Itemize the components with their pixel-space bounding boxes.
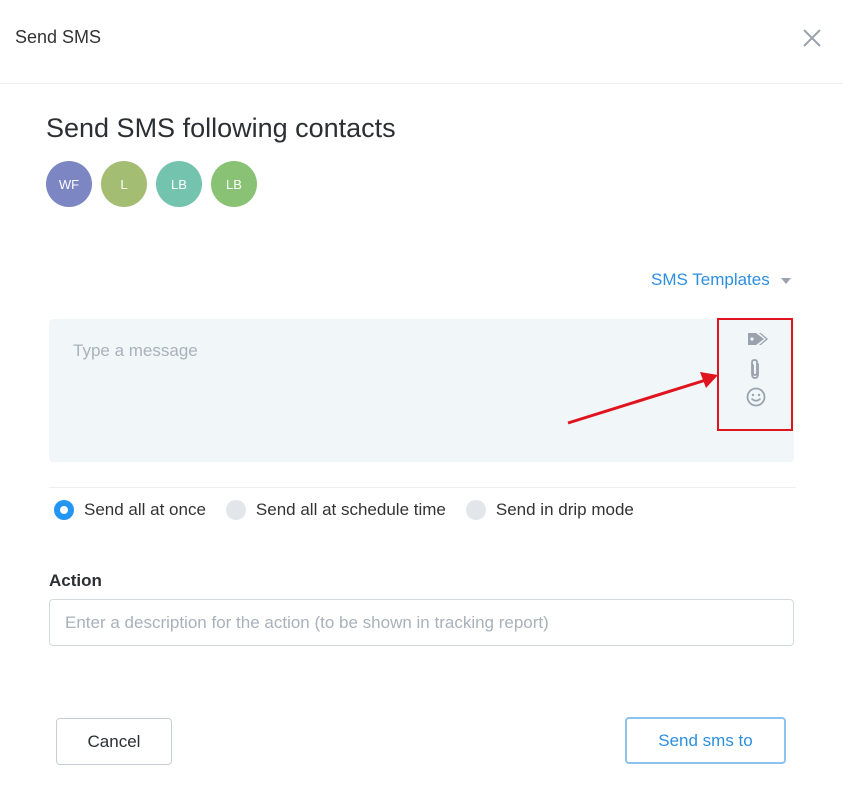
radio-send-all-at-once[interactable]: Send all at once	[54, 500, 206, 520]
avatar[interactable]: LB	[211, 161, 257, 207]
divider	[49, 487, 796, 488]
send-mode-options: Send all at once Send all at schedule ti…	[54, 500, 654, 520]
contact-avatars: WF L LB LB	[46, 161, 266, 207]
action-label: Action	[49, 571, 102, 590]
radio-send-in-drip-mode[interactable]: Send in drip mode	[465, 500, 634, 520]
dialog-header: Send SMS	[0, 0, 843, 84]
radio-checked-icon	[54, 500, 74, 520]
radio-send-at-schedule-time[interactable]: Send all at schedule time	[225, 500, 446, 520]
radio-label: Send all at schedule time	[255, 500, 446, 519]
radio-label: Send in drip mode	[495, 500, 634, 519]
annotation-arrow-icon	[567, 372, 718, 425]
page-title: Send SMS following contacts	[46, 113, 396, 143]
dialog-title: Send SMS	[15, 27, 102, 47]
avatar[interactable]: L	[101, 161, 147, 207]
radio-label: Send all at once	[84, 500, 206, 519]
action-description-input[interactable]	[49, 599, 794, 646]
send-sms-button[interactable]: Send sms to	[625, 717, 786, 764]
close-icon[interactable]	[800, 26, 824, 50]
avatar[interactable]: LB	[156, 161, 202, 207]
sms-templates-label: SMS Templates	[651, 270, 770, 289]
cancel-button[interactable]: Cancel	[56, 718, 172, 765]
radio-unchecked-icon	[465, 500, 486, 520]
radio-unchecked-icon	[225, 500, 246, 520]
chevron-down-icon	[780, 278, 791, 284]
sms-templates-dropdown[interactable]: SMS Templates	[651, 270, 791, 290]
avatar[interactable]: WF	[46, 161, 92, 207]
